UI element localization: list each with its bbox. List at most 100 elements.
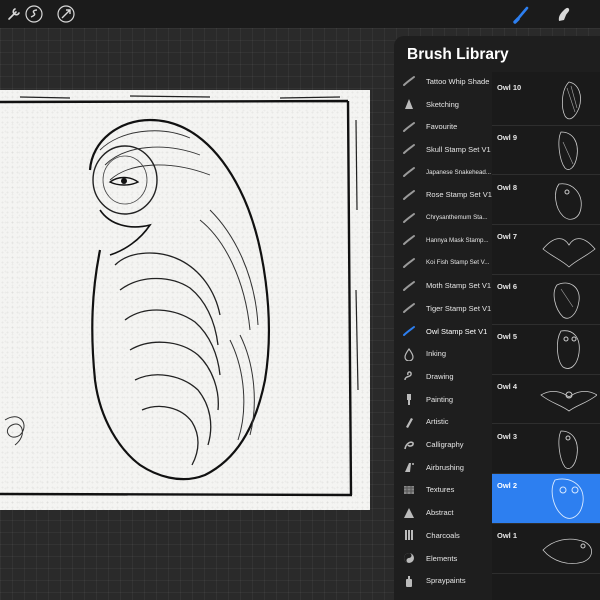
brush-category-item[interactable]: Owl Stamp Set V1 [394, 320, 492, 343]
brush-item[interactable]: Owl 8 [492, 176, 600, 226]
brush-library-panel: Brush Library Tattoo Whip Shade Sketching… [394, 36, 600, 600]
brush-category-list[interactable]: Tattoo Whip Shade Sketching Favourite Skull… [394, 72, 492, 600]
texture-icon [402, 483, 416, 497]
brush-name: Owl 7 [497, 232, 518, 242]
brush-preview-thumbnail [539, 78, 597, 124]
brush-category-label: Sketching [426, 99, 459, 109]
brush-name: Owl 6 [497, 282, 518, 292]
brush-category-item[interactable]: Airbrushing [394, 456, 492, 479]
yin-yang-icon [402, 551, 416, 565]
brush-category-label: Airbrushing [426, 462, 464, 472]
brush-preview-thumbnail [539, 427, 597, 473]
brush-category-item[interactable]: Japanese Snakehead... [394, 161, 492, 184]
brush-category-label: Chrysanthemum Sta... [426, 214, 488, 222]
brush-category-label: Artistic [426, 417, 449, 427]
brush-category-label: Abstract [426, 508, 454, 518]
brush-category-item[interactable]: Drawing [394, 365, 492, 388]
brush-category-item[interactable]: Sketching [394, 93, 492, 116]
transform-arrow-icon[interactable] [56, 4, 76, 24]
stroke-icon [402, 279, 416, 293]
brush-icon[interactable] [512, 4, 532, 24]
brush-name: Owl 1 [497, 531, 518, 541]
selection-icon[interactable] [24, 4, 44, 24]
stroke-icon [402, 74, 416, 88]
brush-category-item[interactable]: Abstract [394, 501, 492, 524]
brush-item[interactable]: Owl 2 [492, 474, 600, 524]
brush-category-label: Tattoo Whip Shade [426, 76, 490, 86]
ink-drop-icon [402, 347, 416, 361]
brush-preview-thumbnail [539, 377, 598, 423]
brush-category-item[interactable]: Spraypaints [394, 569, 492, 592]
brush-category-label: Tiger Stamp Set V1 [426, 303, 492, 313]
stroke-icon [402, 211, 416, 225]
calligraphy-icon [402, 438, 416, 452]
stroke-icon [402, 188, 416, 202]
stroke-icon [402, 301, 416, 315]
brush-category-label: Hannya Mask Stamp... [426, 236, 489, 244]
brush-category-item[interactable]: Rose Stamp Set V1 [394, 184, 492, 207]
smudge-icon[interactable] [553, 4, 573, 24]
brush-list[interactable]: Owl 10 Owl 9 Owl 8 Owl 7 Owl 6 Owl 5 Owl 4 Owl … [492, 72, 600, 600]
brush-category-label: Skull Stamp Set V1 [426, 144, 491, 154]
brush-category-item[interactable]: Moth Stamp Set V1 [394, 274, 492, 297]
brush-name: Owl 10 [497, 83, 522, 92]
brush-category-item[interactable]: Charcoals [394, 524, 492, 547]
drawing-canvas[interactable] [0, 90, 370, 510]
paint-brush-icon [402, 392, 416, 406]
brush-category-item[interactable]: Chrysanthemum Sta... [394, 206, 492, 229]
brush-category-item[interactable]: Painting [394, 388, 492, 411]
brush-item[interactable]: Owl 10 [492, 76, 600, 126]
brush-item[interactable]: Owl 1 [492, 524, 600, 574]
brush-category-item[interactable]: Tattoo Whip Shade [394, 70, 492, 93]
brush-name: Owl 9 [497, 132, 518, 142]
owl-line-drawing [0, 95, 359, 497]
brush-preview-thumbnail [539, 327, 597, 373]
brush-category-label: Favourite [426, 122, 458, 132]
brush-category-item[interactable]: Elements [394, 547, 492, 570]
brush-category-label: Painting [426, 394, 454, 404]
brush-item[interactable]: Owl 9 [492, 126, 600, 176]
airbrush-icon [402, 460, 416, 474]
spray-can-icon [402, 574, 416, 588]
brush-category-label: Japanese Snakehead... [426, 168, 492, 176]
brush-category-label: Textures [426, 485, 455, 495]
brush-preview-thumbnail [539, 476, 597, 522]
brush-category-item[interactable]: Textures [394, 479, 492, 502]
abstract-triangle-icon [402, 506, 416, 520]
artistic-brush-icon [402, 415, 416, 429]
stroke-icon [402, 142, 416, 156]
brush-category-item[interactable]: Koi Fish Stamp Set V... [394, 252, 492, 275]
brush-name: Owl 2 [497, 481, 518, 491]
brush-item[interactable]: Owl 7 [492, 225, 600, 275]
brush-category-label: Spraypaints [426, 576, 466, 586]
brush-preview-thumbnail [539, 128, 597, 174]
brush-category-item[interactable]: Tiger Stamp Set V1 [394, 297, 492, 320]
brush-category-label: Inking [426, 349, 447, 359]
charcoal-icon [402, 528, 416, 542]
pencil-tip-icon [402, 97, 416, 111]
brush-category-label: Moth Stamp Set V1 [426, 281, 492, 291]
brush-category-item[interactable]: Favourite [394, 115, 492, 138]
wrench-icon[interactable] [4, 4, 24, 24]
brush-category-item[interactable]: Hannya Mask Stamp... [394, 229, 492, 252]
brush-category-label: Calligraphy [426, 440, 464, 450]
brush-category-label: Rose Stamp Set V1 [426, 190, 492, 200]
stroke-icon [402, 256, 416, 270]
brush-item[interactable]: Owl 4 [492, 375, 600, 425]
brush-category-item[interactable]: Artistic [394, 411, 492, 434]
brush-category-item[interactable]: Skull Stamp Set V1 [394, 138, 492, 161]
brush-library-title: Brush Library [407, 46, 509, 63]
brush-item[interactable]: Owl 3 [492, 425, 600, 475]
brush-category-label: Elements [426, 553, 458, 563]
brush-item[interactable]: Owl 5 [492, 325, 600, 375]
brush-name: Owl 4 [497, 381, 518, 391]
brush-category-item[interactable]: Calligraphy [394, 433, 492, 456]
brush-name: Owl 8 [497, 182, 518, 192]
brush-category-label: Koi Fish Stamp Set V... [426, 259, 490, 267]
brush-item[interactable]: Owl 6 [492, 275, 600, 325]
stroke-icon [402, 120, 416, 134]
brush-category-item[interactable]: Inking [394, 342, 492, 365]
brush-preview-thumbnail [539, 526, 597, 572]
stroke-icon [402, 324, 416, 338]
squiggle-icon [402, 369, 416, 383]
